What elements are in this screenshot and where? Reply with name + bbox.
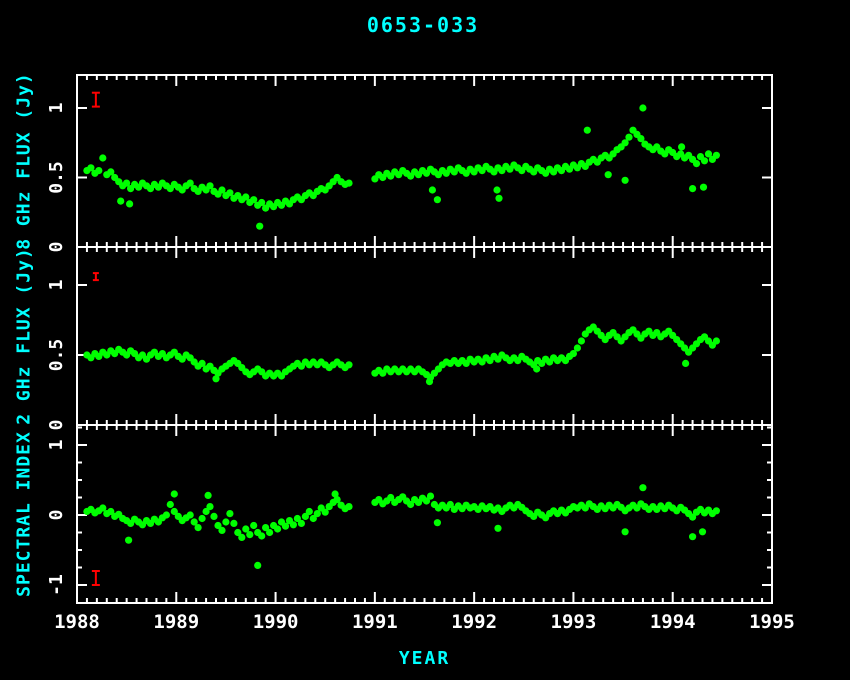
svg-text:1: 1 — [46, 440, 67, 451]
svg-text:1: 1 — [46, 103, 67, 114]
svg-text:1988: 1988 — [54, 611, 100, 633]
svg-text:1993: 1993 — [551, 611, 597, 633]
svg-text:1991: 1991 — [352, 611, 398, 633]
light-curve-chart: 0 0.5 1 0 0.5 1 -1 0 1 1988 1989 1990 1991 1992 1993 19… — [0, 0, 850, 680]
svg-text:1989: 1989 — [153, 611, 199, 633]
svg-text:0.5: 0.5 — [46, 339, 67, 372]
svg-text:-1: -1 — [46, 574, 67, 596]
plot-page: 0653-033 8 GHz FLUX (Jy) 2 GHz FLUX (Jy)… — [0, 0, 850, 680]
svg-text:1992: 1992 — [451, 611, 497, 633]
svg-text:1990: 1990 — [253, 611, 299, 633]
svg-text:0.5: 0.5 — [46, 161, 67, 194]
svg-text:0: 0 — [46, 420, 67, 431]
svg-text:1: 1 — [46, 280, 67, 291]
svg-text:1994: 1994 — [650, 611, 696, 633]
svg-text:0: 0 — [46, 242, 67, 253]
x-axis-label-year: YEAR — [77, 648, 772, 669]
svg-text:0: 0 — [46, 510, 67, 521]
svg-text:1995: 1995 — [749, 611, 795, 633]
